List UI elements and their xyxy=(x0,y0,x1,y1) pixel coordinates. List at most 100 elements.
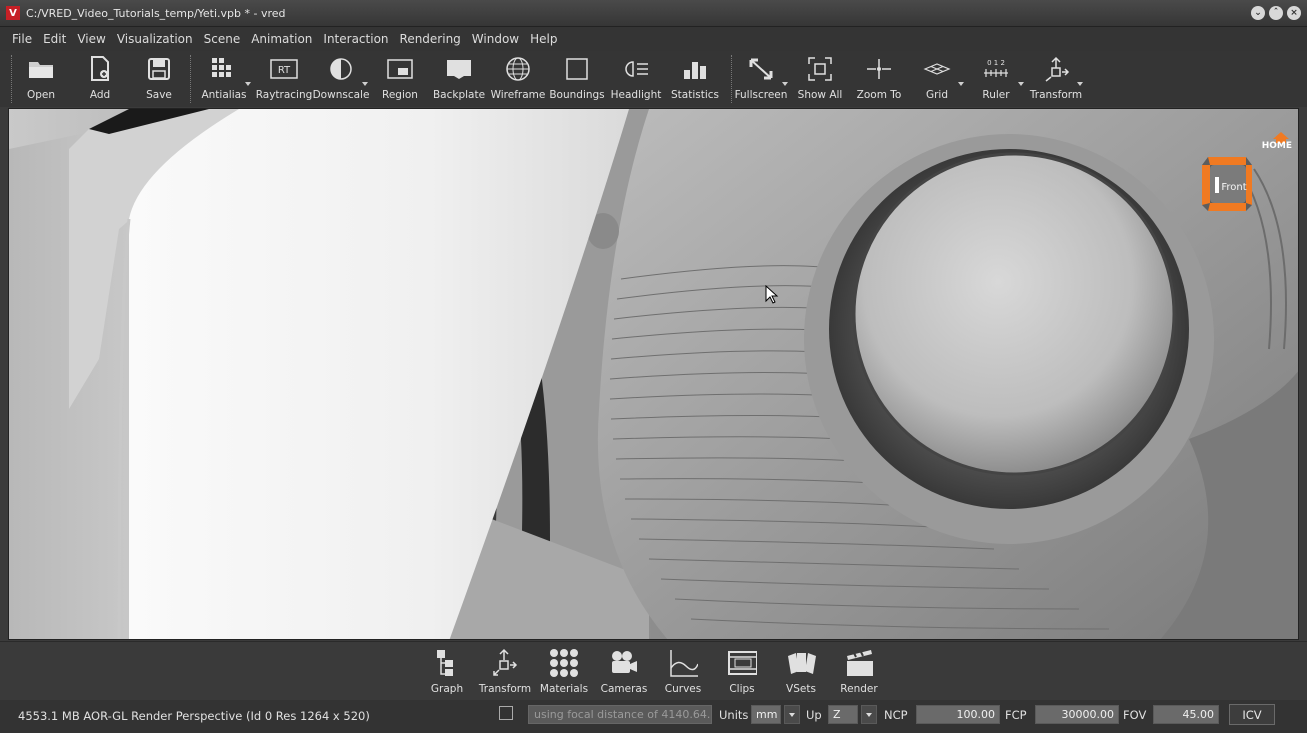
icv-button[interactable]: ICV xyxy=(1229,704,1275,725)
home-label[interactable]: HOME xyxy=(1262,141,1292,151)
wireframe-button[interactable]: Wireframe xyxy=(488,55,548,101)
menu-scene[interactable]: Scene xyxy=(204,32,241,46)
downscale-button[interactable]: Downscale xyxy=(311,55,371,101)
fcp-input[interactable]: 30000.00 xyxy=(1035,705,1119,724)
fullscreen-button[interactable]: Fullscreen xyxy=(731,55,791,101)
menu-file[interactable]: File xyxy=(12,32,32,46)
clips-module-button[interactable]: Clips xyxy=(712,648,772,695)
curves-module-button[interactable]: Curves xyxy=(653,648,713,695)
nav-cube-icon: Front xyxy=(1202,157,1252,211)
raytracing-button[interactable]: RT Raytracing xyxy=(254,55,314,101)
menu-interaction[interactable]: Interaction xyxy=(323,32,388,46)
menu-animation[interactable]: Animation xyxy=(251,32,312,46)
up-axis-label: Up xyxy=(806,708,822,722)
menu-view[interactable]: View xyxy=(77,32,105,46)
vsets-cards-icon xyxy=(786,648,816,678)
ncp-input[interactable]: 100.00 xyxy=(916,705,1000,724)
menu-edit[interactable]: Edit xyxy=(43,32,66,46)
materials-module-button[interactable]: Materials xyxy=(534,648,594,695)
status-bar: 4553.1 MB AOR-GL Render Perspective (Id … xyxy=(0,700,1307,733)
ruler-button[interactable]: 0 1 2 Ruler xyxy=(966,55,1026,101)
terminal-icon[interactable] xyxy=(499,706,513,720)
cameras-module-button[interactable]: Cameras xyxy=(594,648,654,695)
save-button[interactable]: Save xyxy=(129,55,189,101)
focal-distance-field[interactable]: using focal distance of 4140.64... xyxy=(528,705,712,724)
graph-module-label: Graph xyxy=(430,683,464,695)
backplate-button[interactable]: Backplate xyxy=(429,55,489,101)
render-module-button[interactable]: Render xyxy=(829,648,889,695)
open-button[interactable]: Open xyxy=(11,55,71,101)
raytracing-label: Raytracing xyxy=(255,89,313,101)
materials-module-label: Materials xyxy=(539,683,589,695)
minimize-button[interactable]: ⌄ xyxy=(1251,6,1265,20)
toolbar-separator xyxy=(190,55,192,103)
downscale-label: Downscale xyxy=(312,89,370,101)
maximize-button[interactable]: ˆ xyxy=(1269,6,1283,20)
zoom-to-icon xyxy=(864,55,894,83)
folder-icon xyxy=(26,55,56,83)
antialias-grid-icon xyxy=(209,55,239,83)
up-axis-dropdown-arrow[interactable] xyxy=(861,705,877,724)
boundings-label: Boundings xyxy=(549,89,605,101)
main-toolbar: Open Add Save Antialias RT Raytracing Do… xyxy=(0,51,1307,107)
add-file-icon xyxy=(85,55,115,83)
add-label: Add xyxy=(89,89,111,101)
headlight-button[interactable]: Headlight xyxy=(606,55,666,101)
zoom-to-button[interactable]: Zoom To xyxy=(849,55,909,101)
headlight-label: Headlight xyxy=(610,89,662,101)
transform-tool-button[interactable]: Transform xyxy=(1026,55,1086,101)
grid-button[interactable]: Grid xyxy=(907,55,967,101)
close-button[interactable]: × xyxy=(1287,6,1301,20)
units-select[interactable]: mm xyxy=(751,705,781,724)
region-button[interactable]: Region xyxy=(370,55,430,101)
ruler-digits: 0 1 2 xyxy=(987,59,1005,67)
statistics-button[interactable]: Statistics xyxy=(665,55,725,101)
fullscreen-dropdown-caret[interactable] xyxy=(782,82,788,86)
window-title: C:/VRED_Video_Tutorials_temp/Yeti.vpb * … xyxy=(26,6,286,20)
antialias-dropdown-caret[interactable] xyxy=(245,82,251,86)
transform-module-icon xyxy=(490,648,520,678)
bar-chart-icon xyxy=(680,55,710,83)
add-button[interactable]: Add xyxy=(70,55,130,101)
render-viewport[interactable]: HOME Front xyxy=(8,108,1299,640)
grid-label: Grid xyxy=(925,89,949,101)
curves-icon xyxy=(668,648,698,678)
nav-cube[interactable]: Front xyxy=(1198,153,1254,213)
render-module-label: Render xyxy=(840,683,878,695)
menu-visualization[interactable]: Visualization xyxy=(117,32,193,46)
module-dock: Graph Transform Materials Cameras Curves… xyxy=(0,641,1307,700)
region-label: Region xyxy=(382,89,418,101)
cameras-module-label: Cameras xyxy=(600,683,648,695)
ruler-dropdown-caret[interactable] xyxy=(1018,82,1024,86)
transform-dropdown-caret[interactable] xyxy=(1077,82,1083,86)
fcp-label: FCP xyxy=(1005,708,1027,722)
scene-graph-icon xyxy=(432,648,462,678)
save-label: Save xyxy=(146,89,172,101)
fullscreen-arrows-icon xyxy=(746,55,776,83)
downscale-dropdown-caret[interactable] xyxy=(362,82,368,86)
up-axis-select[interactable]: Z xyxy=(828,705,858,724)
ruler-icon: 0 1 2 xyxy=(981,55,1011,83)
menu-window[interactable]: Window xyxy=(472,32,519,46)
clapperboard-icon xyxy=(844,648,874,678)
clips-module-label: Clips xyxy=(729,683,755,695)
vsets-module-button[interactable]: VSets xyxy=(771,648,831,695)
vred-logo-icon: V xyxy=(6,6,20,20)
antialias-label: Antialias xyxy=(201,89,247,101)
show-all-button[interactable]: Show All xyxy=(790,55,850,101)
transform-module-button[interactable]: Transform xyxy=(475,648,535,695)
antialias-button[interactable]: Antialias xyxy=(194,55,254,101)
grid-dropdown-caret[interactable] xyxy=(958,82,964,86)
graph-module-button[interactable]: Graph xyxy=(417,648,477,695)
menu-rendering[interactable]: Rendering xyxy=(400,32,461,46)
ruler-label: Ruler xyxy=(982,89,1010,101)
curves-module-label: Curves xyxy=(664,683,702,695)
menu-help[interactable]: Help xyxy=(530,32,557,46)
region-icon xyxy=(385,55,415,83)
backplate-label: Backplate xyxy=(432,89,486,101)
mouse-cursor-icon xyxy=(765,285,779,304)
units-dropdown-arrow[interactable] xyxy=(784,705,800,724)
fov-input[interactable]: 45.00 xyxy=(1153,705,1219,724)
boundings-button[interactable]: Boundings xyxy=(547,55,607,101)
open-label: Open xyxy=(26,89,56,101)
